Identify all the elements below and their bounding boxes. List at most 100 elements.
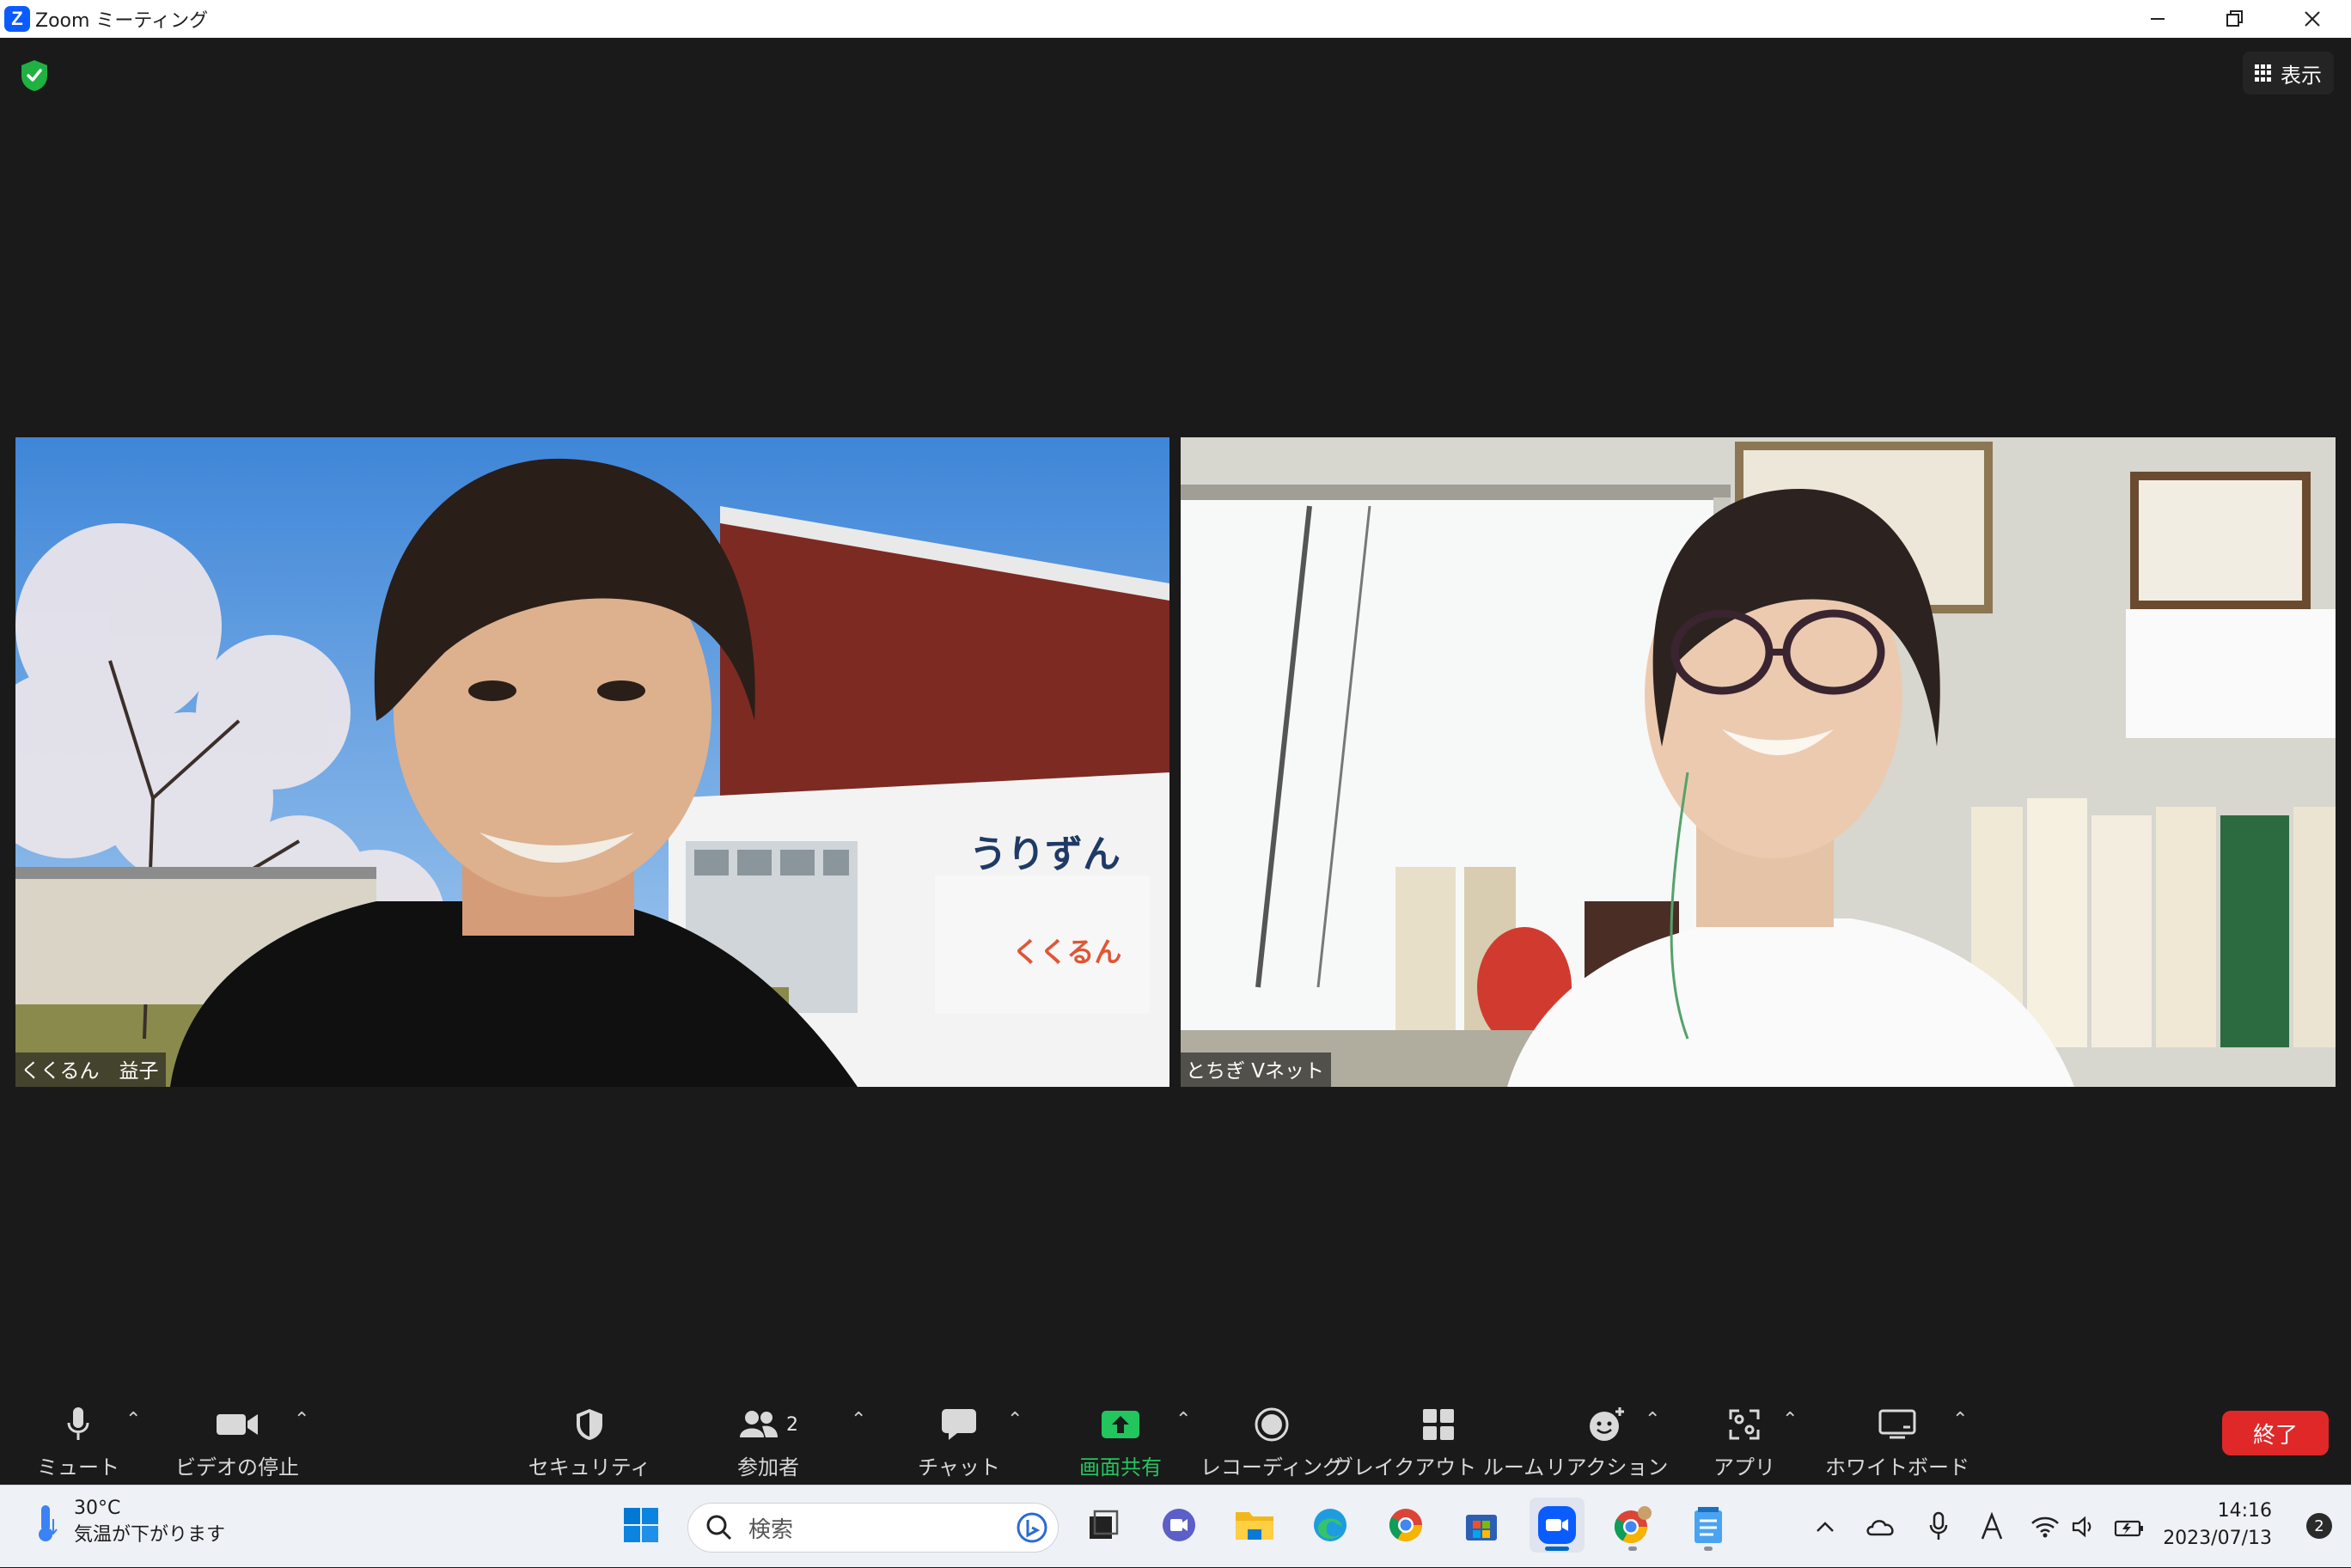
meeting-stage: 表示 うりずん くくるん くくるん 益子 とちぎ Vネット xyxy=(0,38,2351,1378)
chevron-up-icon xyxy=(1817,1522,1834,1532)
whiteboard-options-caret-icon[interactable]: ⌃ xyxy=(1952,1409,1968,1431)
taskbar-clock[interactable]: 14:16 2023/07/13 xyxy=(2163,1498,2272,1553)
mute-button[interactable]: ミュート xyxy=(37,1378,119,1485)
participant-1-name: くくるん 益子 xyxy=(15,1052,166,1087)
weather-widget[interactable]: 30°C 気温が下がります xyxy=(31,1498,225,1547)
video-tile-participant-1[interactable]: うりずん くくるん くくるん 益子 xyxy=(15,437,1169,1087)
apps-label: アプリ xyxy=(1713,1455,1775,1480)
view-button[interactable]: 表示 xyxy=(2243,52,2334,95)
participants-options-caret-icon[interactable]: ⌃ xyxy=(851,1409,866,1431)
volume-tray[interactable] xyxy=(2067,1486,2102,1568)
bing-icon[interactable] xyxy=(1015,1510,1049,1545)
share-screen-button[interactable]: 画面共有 xyxy=(1074,1378,1167,1485)
thermometer-icon xyxy=(39,1504,58,1541)
chrome-browser-app[interactable] xyxy=(1378,1498,1433,1553)
onedrive-tray[interactable] xyxy=(1861,1486,1901,1568)
share-screen-label: 画面共有 xyxy=(1079,1455,1162,1480)
folder-icon xyxy=(1236,1512,1273,1540)
video-tile-participant-2[interactable]: とちぎ Vネット xyxy=(1181,437,2336,1087)
restore-icon xyxy=(2226,10,2243,27)
sign-main-text: うりずん xyxy=(969,833,1121,876)
participants-label: 参加者 xyxy=(737,1455,799,1480)
windows-logo-icon xyxy=(624,1508,658,1542)
stop-video-label: ビデオの停止 xyxy=(175,1455,299,1480)
file-explorer-app[interactable] xyxy=(1227,1498,1282,1553)
show-hidden-icons-button[interactable] xyxy=(1808,1486,1842,1568)
record-icon xyxy=(1255,1407,1289,1442)
zoom-app-icon xyxy=(1538,1506,1576,1544)
participants-count: 2 xyxy=(786,1413,798,1436)
edge-icon xyxy=(1314,1509,1346,1541)
record-button[interactable]: レコーディング xyxy=(1200,1378,1343,1485)
zoom-running-indicator xyxy=(1545,1547,1569,1551)
task-view-button[interactable] xyxy=(1076,1498,1131,1553)
chrome-icon xyxy=(1389,1509,1422,1542)
reactions-options-caret-icon[interactable]: ⌃ xyxy=(1645,1409,1660,1431)
zoom-app[interactable] xyxy=(1530,1498,1585,1553)
view-label: 表示 xyxy=(2281,63,2322,88)
minimize-button[interactable] xyxy=(2119,0,2196,38)
close-window-button[interactable] xyxy=(2274,0,2351,38)
ime-indicator[interactable] xyxy=(1975,1486,2009,1568)
microsoft-store-app[interactable] xyxy=(1454,1498,1509,1553)
meeting-toolbar: ミュート ⌃ ビデオの停止 ⌃ セキュリティ 2 参加者 ⌃ チャット ⌃ 画面… xyxy=(0,1378,2351,1485)
chrome-profile-app[interactable] xyxy=(1605,1498,1660,1553)
wifi-tray[interactable] xyxy=(2028,1486,2062,1568)
encryption-shield-icon[interactable] xyxy=(19,58,50,93)
notepad-app[interactable] xyxy=(1681,1498,1736,1553)
close-icon xyxy=(2305,11,2320,27)
task-view-icon xyxy=(1090,1510,1119,1539)
participant-2-video xyxy=(1181,437,2336,1087)
end-meeting-button[interactable]: 終了 xyxy=(2222,1411,2329,1455)
search-placeholder: 検索 xyxy=(748,1516,794,1543)
reactions-button[interactable]: リアクション xyxy=(1546,1378,1668,1485)
sign-sub-text: くくるん xyxy=(1012,936,1121,968)
speaker-icon xyxy=(2072,1516,2091,1538)
teams-chat-app[interactable] xyxy=(1151,1498,1206,1553)
chat-button[interactable]: チャット xyxy=(918,1378,1000,1485)
apps-icon xyxy=(1729,1409,1760,1440)
reactions-label: リアクション xyxy=(1545,1455,1669,1480)
reaction-smiley-icon xyxy=(1590,1407,1624,1441)
microphone-icon xyxy=(67,1407,89,1440)
mute-label: ミュート xyxy=(37,1455,119,1480)
notepad-running-indicator xyxy=(1704,1547,1713,1551)
cloud-icon xyxy=(1866,1520,1894,1536)
edge-browser-app[interactable] xyxy=(1303,1498,1358,1553)
windows-taskbar: 30°C 気温が下がります 検索 14:16 2023/07/13 2 xyxy=(0,1485,2351,1567)
microphone-tray[interactable] xyxy=(1921,1486,1956,1568)
participants-button[interactable]: 2 参加者 xyxy=(729,1378,808,1485)
notepad-icon xyxy=(1695,1507,1722,1543)
chat-app-icon xyxy=(1163,1509,1195,1541)
record-label: レコーディング xyxy=(1200,1455,1344,1480)
share-options-caret-icon[interactable]: ⌃ xyxy=(1176,1409,1191,1431)
clock-date: 2023/07/13 xyxy=(2163,1528,2272,1549)
tray-microphone-icon xyxy=(1929,1511,1948,1540)
restore-button[interactable] xyxy=(2196,0,2274,38)
participants-icon xyxy=(740,1411,778,1437)
battery-charging-icon xyxy=(2114,1520,2143,1537)
notification-badge[interactable]: 2 xyxy=(2306,1513,2332,1539)
whiteboard-label: ホワイトボード xyxy=(1825,1455,1969,1480)
whiteboard-button[interactable]: ホワイトボード xyxy=(1825,1378,1969,1485)
security-button[interactable]: セキュリティ xyxy=(528,1378,650,1485)
start-button[interactable] xyxy=(614,1498,669,1553)
window-titlebar: Z Zoom ミーティング xyxy=(0,0,2351,38)
battery-tray[interactable] xyxy=(2110,1486,2148,1568)
grid-icon xyxy=(2255,64,2272,82)
weather-description: 気温が下がります xyxy=(74,1524,226,1546)
chat-label: チャット xyxy=(918,1455,1000,1480)
store-icon xyxy=(1466,1515,1497,1541)
chat-options-caret-icon[interactable]: ⌃ xyxy=(1007,1409,1023,1431)
apps-button[interactable]: アプリ xyxy=(1708,1378,1780,1485)
video-options-caret-icon[interactable]: ⌃ xyxy=(294,1409,309,1431)
taskbar-search[interactable]: 検索 xyxy=(687,1503,1059,1553)
weather-temperature: 30°C xyxy=(74,1498,121,1519)
ime-letter-a-icon xyxy=(1981,1512,2003,1540)
apps-options-caret-icon[interactable]: ⌃ xyxy=(1782,1409,1798,1431)
mute-options-caret-icon[interactable]: ⌃ xyxy=(125,1409,141,1431)
participant-1-video: うりずん くくるん xyxy=(15,437,1169,1087)
stop-video-button[interactable]: ビデオの停止 xyxy=(175,1378,299,1485)
breakout-rooms-button[interactable]: ブレイクアウト ルーム xyxy=(1333,1378,1544,1485)
chrome-profile-icon xyxy=(1614,1506,1652,1544)
